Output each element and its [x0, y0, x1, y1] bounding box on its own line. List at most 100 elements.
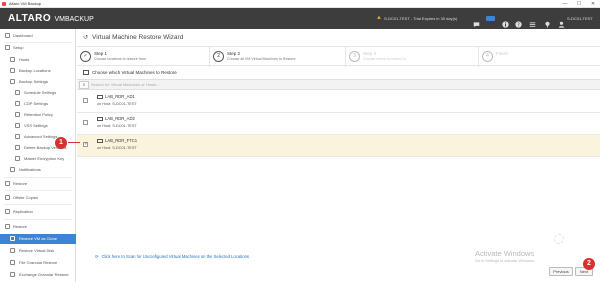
sidebar-item-file-granular-restore[interactable]: File Granular Restore — [0, 258, 76, 267]
sidebar-item-label: Dashboard — [13, 33, 33, 38]
app-window: Altaro VM Backup — ☐ ✕ ALTARO VMBACKUP ▲… — [0, 0, 600, 282]
vm-icon — [97, 139, 103, 143]
user-icon[interactable] — [558, 15, 565, 28]
vm-row[interactable]: LAB_RDR_AD2 on Host: S-DC01-TEST — [77, 113, 600, 135]
vm-name: LAB_RDR_AD1 — [105, 94, 135, 99]
sidebar-item-label: CDP Settings — [24, 101, 48, 106]
sidebar-item-label: Schedule Settings — [24, 90, 57, 95]
sidebar-item-setup[interactable]: Setup — [0, 43, 76, 52]
sidebar-item-backup-locations[interactable]: Backup Locations — [0, 66, 76, 75]
sidebar-item-master-encryption-key[interactable]: Master Encryption Key — [0, 154, 76, 163]
minimize-button[interactable]: — — [558, 0, 572, 8]
help-icon[interactable]: ? — [515, 15, 522, 28]
offsite-icon — [5, 195, 10, 200]
svg-text:?: ? — [517, 22, 520, 28]
wizard-title-text: Virtual Machine Restore Wizard — [92, 34, 184, 41]
sidebar-item-dashboard[interactable]: Dashboard — [0, 31, 76, 40]
sidebar-item-label: Replication — [13, 209, 33, 214]
pin-icon[interactable] — [544, 15, 551, 28]
search-bar: ⌕ — [77, 79, 600, 90]
vm-host: on Host: S-DC01-TEST — [97, 102, 137, 106]
sidebar-item-cdp-settings[interactable]: CDP Settings — [0, 99, 76, 108]
sidebar-item-notifications[interactable]: Notifications — [0, 165, 76, 174]
vm-checkbox[interactable] — [83, 120, 88, 125]
wizard-title: ↺ Virtual Machine Restore Wizard — [83, 33, 183, 43]
vm-row-selected[interactable]: LAB_RDR_FTC1 on Host: S-DC01-TEST — [77, 135, 600, 157]
sidebar-item-label: Notifications — [19, 167, 41, 172]
previous-button[interactable]: Previous — [549, 267, 573, 276]
sidebar-item-label: VSS Settings — [24, 123, 48, 128]
step-name: Finish — [496, 51, 509, 56]
live-badge[interactable] — [486, 16, 495, 21]
search-icon[interactable]: ⌕ — [79, 81, 89, 89]
check-icon: ✓ — [80, 51, 91, 62]
settings-icon[interactable] — [529, 15, 536, 27]
step-number: 3 — [349, 51, 360, 62]
sidebar-item-restore-vm-as-clone[interactable]: Restore VM as Clone — [0, 234, 76, 244]
schedule-icon — [15, 90, 20, 95]
step-1[interactable]: ✓ Step 1 Choose locations to restore fro… — [77, 47, 210, 67]
replication-icon — [5, 209, 10, 214]
sidebar-item-restore-top[interactable]: Restore — [0, 179, 76, 188]
loading-indicator — [554, 234, 564, 244]
refresh-icon: ⟳ — [95, 254, 99, 259]
info-icon[interactable] — [502, 15, 509, 28]
sidebar-item-label: Master Encryption Key — [24, 156, 65, 161]
vm-icon — [97, 117, 103, 121]
sidebar-item-label: Offsite Copies — [13, 195, 39, 200]
vm-checkbox[interactable] — [83, 141, 88, 147]
step-2[interactable]: 2 Step 2 Choose all VM Virtual Machines … — [210, 47, 346, 67]
step-3[interactable]: 3 Step 3 Choose where to restore to — [346, 47, 479, 67]
callout-line-1 — [68, 142, 80, 143]
altaro-logo: ALTARO VMBACKUP — [8, 12, 94, 25]
sidebar-item-label: Restore — [13, 224, 28, 229]
activate-windows-watermark: Activate Windows Go to Settings to activ… — [475, 249, 535, 263]
vm-name: LAB_RDR_FTC1 — [105, 138, 138, 143]
choose-label: Choose which Virtual Machines to Restore — [92, 70, 177, 75]
dashboard-icon — [5, 33, 10, 38]
sidebar-item-label: Exchange Granular Restore — [19, 272, 69, 277]
settings-icon — [10, 79, 15, 84]
sidebar-item-replication[interactable]: Replication — [0, 207, 76, 216]
app-header: ALTARO VMBACKUP ▲ S-DC01-TEST - Trial Ex… — [0, 8, 600, 29]
sidebar-item-restore[interactable]: Restore — [0, 222, 76, 231]
scan-link[interactable]: ⟳ Click here to Scan for Unconfigured Vir… — [95, 254, 249, 259]
sidebar-divider — [4, 177, 72, 178]
sidebar-item-hosts[interactable]: Hosts — [0, 55, 76, 64]
user-label[interactable]: S-DC01-TEST — [567, 8, 593, 29]
vm-name: LAB_RDR_AD2 — [105, 116, 135, 121]
sidebar-item-restore-virtual-disk[interactable]: Restore Virtual Disk — [0, 246, 76, 255]
sidebar-item-schedule-settings[interactable]: Schedule Settings — [0, 88, 76, 97]
locations-icon — [10, 68, 15, 73]
close-button[interactable]: ✕ — [586, 0, 600, 8]
disk-icon — [10, 248, 15, 253]
sidebar-item-retention-policy[interactable]: Retention Policy — [0, 110, 76, 119]
maximize-button[interactable]: ☐ — [572, 0, 586, 8]
sidebar: Dashboard Setup Hosts Backup Locations B… — [0, 29, 76, 282]
warning-icon: ▲ — [376, 15, 382, 21]
sidebar-item-offsite-copies[interactable]: Offsite Copies — [0, 193, 76, 202]
retention-icon — [15, 112, 20, 117]
step-finish[interactable]: 4 Finish — [479, 47, 600, 67]
clone-icon — [10, 236, 15, 241]
sidebar-item-exchange-granular-restore[interactable]: Exchange Granular Restore — [0, 270, 76, 279]
sidebar-item-backup-settings[interactable]: Backup Settings — [0, 77, 76, 86]
sidebar-item-label: Restore VM as Clone — [19, 236, 58, 241]
vm-host: on Host: S-DC01-TEST — [97, 146, 137, 150]
callout-2: 2 — [583, 258, 595, 270]
sidebar-item-label: Restore Virtual Disk — [19, 248, 55, 253]
vm-checkbox[interactable] — [83, 98, 88, 103]
bell-icon — [10, 167, 15, 172]
chat-icon[interactable] — [473, 15, 480, 28]
host-warning-text[interactable]: S-DC01-TEST - Trial Expires in 30 day(s) — [384, 8, 457, 29]
step-number: 4 — [482, 51, 493, 62]
step-number: 2 — [213, 51, 224, 62]
sidebar-divider — [4, 190, 72, 191]
search-input[interactable] — [91, 80, 391, 89]
step-name: Step 1 — [94, 51, 108, 56]
vm-host: on Host: S-DC01-TEST — [97, 124, 137, 128]
restore-icon — [5, 224, 10, 229]
vm-row[interactable]: LAB_RDR_AD1 on Host: S-DC01-TEST — [77, 91, 600, 113]
sidebar-item-vss-settings[interactable]: VSS Settings — [0, 121, 76, 130]
delete-icon — [15, 145, 20, 150]
